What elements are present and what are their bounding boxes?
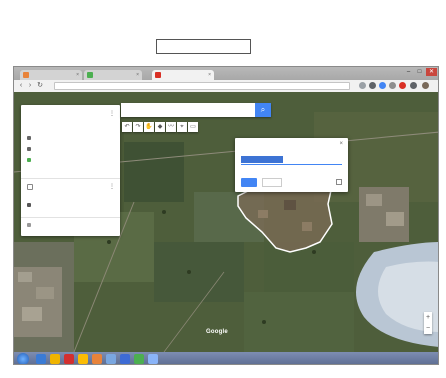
taskbar-ie-icon[interactable]: [36, 354, 46, 364]
maximize-button[interactable]: □: [414, 68, 425, 76]
redo-icon[interactable]: ↷: [133, 122, 143, 132]
profile-avatar[interactable]: [422, 82, 429, 89]
start-button[interactable]: [17, 353, 29, 364]
close-window-button[interactable]: ✕: [426, 68, 437, 76]
save-button[interactable]: [241, 178, 257, 187]
back-arrow-icon[interactable]: ‹: [17, 82, 25, 90]
extension-blue-icon[interactable]: [379, 82, 386, 89]
measure-icon[interactable]: ▭: [188, 122, 198, 132]
tab-2-favicon-icon: [87, 72, 93, 78]
tab-3-close-icon[interactable]: ×: [208, 70, 211, 80]
address-bar[interactable]: [54, 82, 350, 90]
tab-1-favicon-icon: [23, 72, 29, 78]
layer-header[interactable]: [27, 184, 36, 190]
layer-checkbox-icon[interactable]: [27, 184, 33, 190]
selected-text-highlight: [241, 156, 283, 163]
close-icon[interactable]: ×: [339, 141, 343, 147]
panel-share-row[interactable]: [27, 147, 34, 151]
polygon-name-input[interactable]: [241, 155, 342, 165]
polygon-feature-icon: [27, 203, 31, 207]
zoom-controls: + −: [424, 312, 432, 334]
taskbar-excel-icon[interactable]: [134, 354, 144, 364]
doc-answer-box: [156, 39, 251, 54]
windows-taskbar: [14, 352, 438, 364]
base-map-icon: [27, 223, 31, 227]
browser-tab-2[interactable]: ×: [84, 70, 142, 80]
map-search-input[interactable]: ⌕: [121, 103, 271, 117]
add-layer-icon: [27, 136, 31, 140]
map-canvas[interactable]: ⋮ ⋮ ⌕ ↶ ↷ ✋ ◆ 〰 ⌖ ▭ × Google + −: [14, 92, 438, 352]
tab-1-close-icon[interactable]: ×: [76, 70, 79, 80]
reload-icon[interactable]: ↻: [36, 82, 44, 90]
taskbar-acrobat-icon[interactable]: [64, 354, 74, 364]
browser-titlebar: × × × – □ ✕: [14, 67, 438, 80]
taskbar-app-icon[interactable]: [106, 354, 116, 364]
panel-menu-icon[interactable]: ⋮: [109, 110, 115, 117]
polygon-info-window: ×: [235, 138, 348, 192]
base-map-row[interactable]: [27, 223, 34, 227]
undo-icon[interactable]: ↶: [122, 122, 132, 132]
directions-icon[interactable]: ⌖: [177, 122, 187, 132]
add-marker-icon[interactable]: ◆: [155, 122, 165, 132]
panel-action-row[interactable]: [27, 136, 34, 140]
draw-line-icon[interactable]: 〰: [166, 122, 176, 132]
panel-preview-row[interactable]: [27, 158, 34, 162]
taskbar-chrome-icon[interactable]: [78, 354, 88, 364]
taskbar-browser-icon[interactable]: [148, 354, 158, 364]
panel-divider: [21, 178, 120, 179]
taskbar-word-icon[interactable]: [120, 354, 130, 364]
preview-icon: [27, 158, 31, 162]
extension-icon[interactable]: [369, 82, 376, 89]
minimize-button[interactable]: –: [403, 68, 414, 76]
tab-2-close-icon[interactable]: ×: [136, 70, 139, 80]
layer-menu-icon[interactable]: ⋮: [109, 183, 115, 190]
cancel-button[interactable]: [262, 178, 282, 187]
panel-divider-2: [21, 217, 120, 218]
extension-red-icon[interactable]: [399, 82, 406, 89]
zoom-in-button[interactable]: +: [424, 312, 432, 323]
browser-screenshot: × × × – □ ✕ ‹ › ↻ ⋮ ⋮ ⌕ ↶ ↷ ✋ ◆ 〰 ⌖ ▭ × …: [13, 66, 439, 365]
google-logo: Google: [206, 329, 228, 335]
browser-tab-1[interactable]: ×: [20, 70, 82, 80]
tab-3-favicon-icon: [155, 72, 161, 78]
style-paint-icon[interactable]: [336, 179, 342, 185]
bookmark-star-icon[interactable]: [359, 82, 366, 89]
taskbar-folder-icon[interactable]: [50, 354, 60, 364]
drawing-toolbar: ↶ ↷ ✋ ◆ 〰 ⌖ ▭: [122, 122, 198, 132]
settings-menu-icon[interactable]: [410, 82, 417, 89]
extension-grey-icon[interactable]: [389, 82, 396, 89]
hand-pan-icon[interactable]: ✋: [144, 122, 154, 132]
browser-tab-3[interactable]: ×: [152, 70, 214, 80]
my-maps-panel: ⋮ ⋮: [21, 105, 120, 236]
forward-arrow-icon[interactable]: ›: [26, 82, 34, 90]
zoom-out-button[interactable]: −: [424, 323, 432, 334]
share-icon: [27, 147, 31, 151]
layer-feature-item[interactable]: [27, 203, 34, 207]
taskbar-media-icon[interactable]: [92, 354, 102, 364]
search-icon[interactable]: ⌕: [255, 103, 271, 117]
